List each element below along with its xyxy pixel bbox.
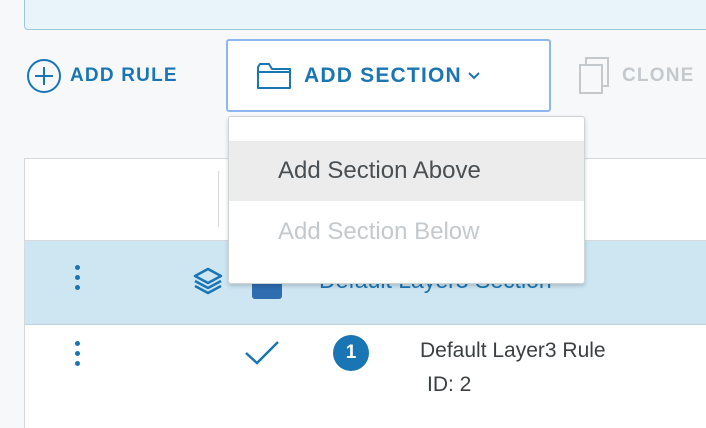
add-section-label: ADD SECTION xyxy=(304,63,462,87)
column-divider[interactable] xyxy=(218,171,219,227)
clone-icon xyxy=(579,57,609,94)
layers-icon xyxy=(193,267,223,295)
chevron-down-icon xyxy=(468,71,480,80)
rule-id: ID: 2 xyxy=(427,373,472,396)
add-section-button[interactable]: ADD SECTION xyxy=(226,39,551,112)
rule-row[interactable]: 1 Default Layer3 Rule ID: 2 xyxy=(25,325,706,425)
menu-item-add-section-above[interactable]: Add Section Above xyxy=(229,141,584,201)
add-rule-label: ADD RULE xyxy=(70,65,178,86)
add-section-dropdown-menu: Add Section Above Add Section Below xyxy=(228,116,585,284)
top-panel xyxy=(24,0,706,30)
rule-name[interactable]: Default Layer3 Rule xyxy=(420,339,606,363)
add-rule-button[interactable]: ADD RULE xyxy=(26,58,178,94)
section-actions-kebab-icon[interactable] xyxy=(75,265,81,290)
checkmark-icon xyxy=(245,341,279,365)
folder-icon xyxy=(257,62,291,89)
clone-button[interactable]: CLONE xyxy=(578,56,695,96)
menu-item-add-section-below[interactable]: Add Section Below xyxy=(229,202,584,262)
firewall-rules-view: ADD RULE ADD SECTION CLONE 1 Default Lay… xyxy=(0,0,706,428)
clone-label: CLONE xyxy=(622,65,695,86)
plus-circle-icon xyxy=(27,59,61,93)
rule-actions-kebab-icon[interactable] xyxy=(75,341,81,366)
rule-number-badge: 1 xyxy=(333,335,369,371)
